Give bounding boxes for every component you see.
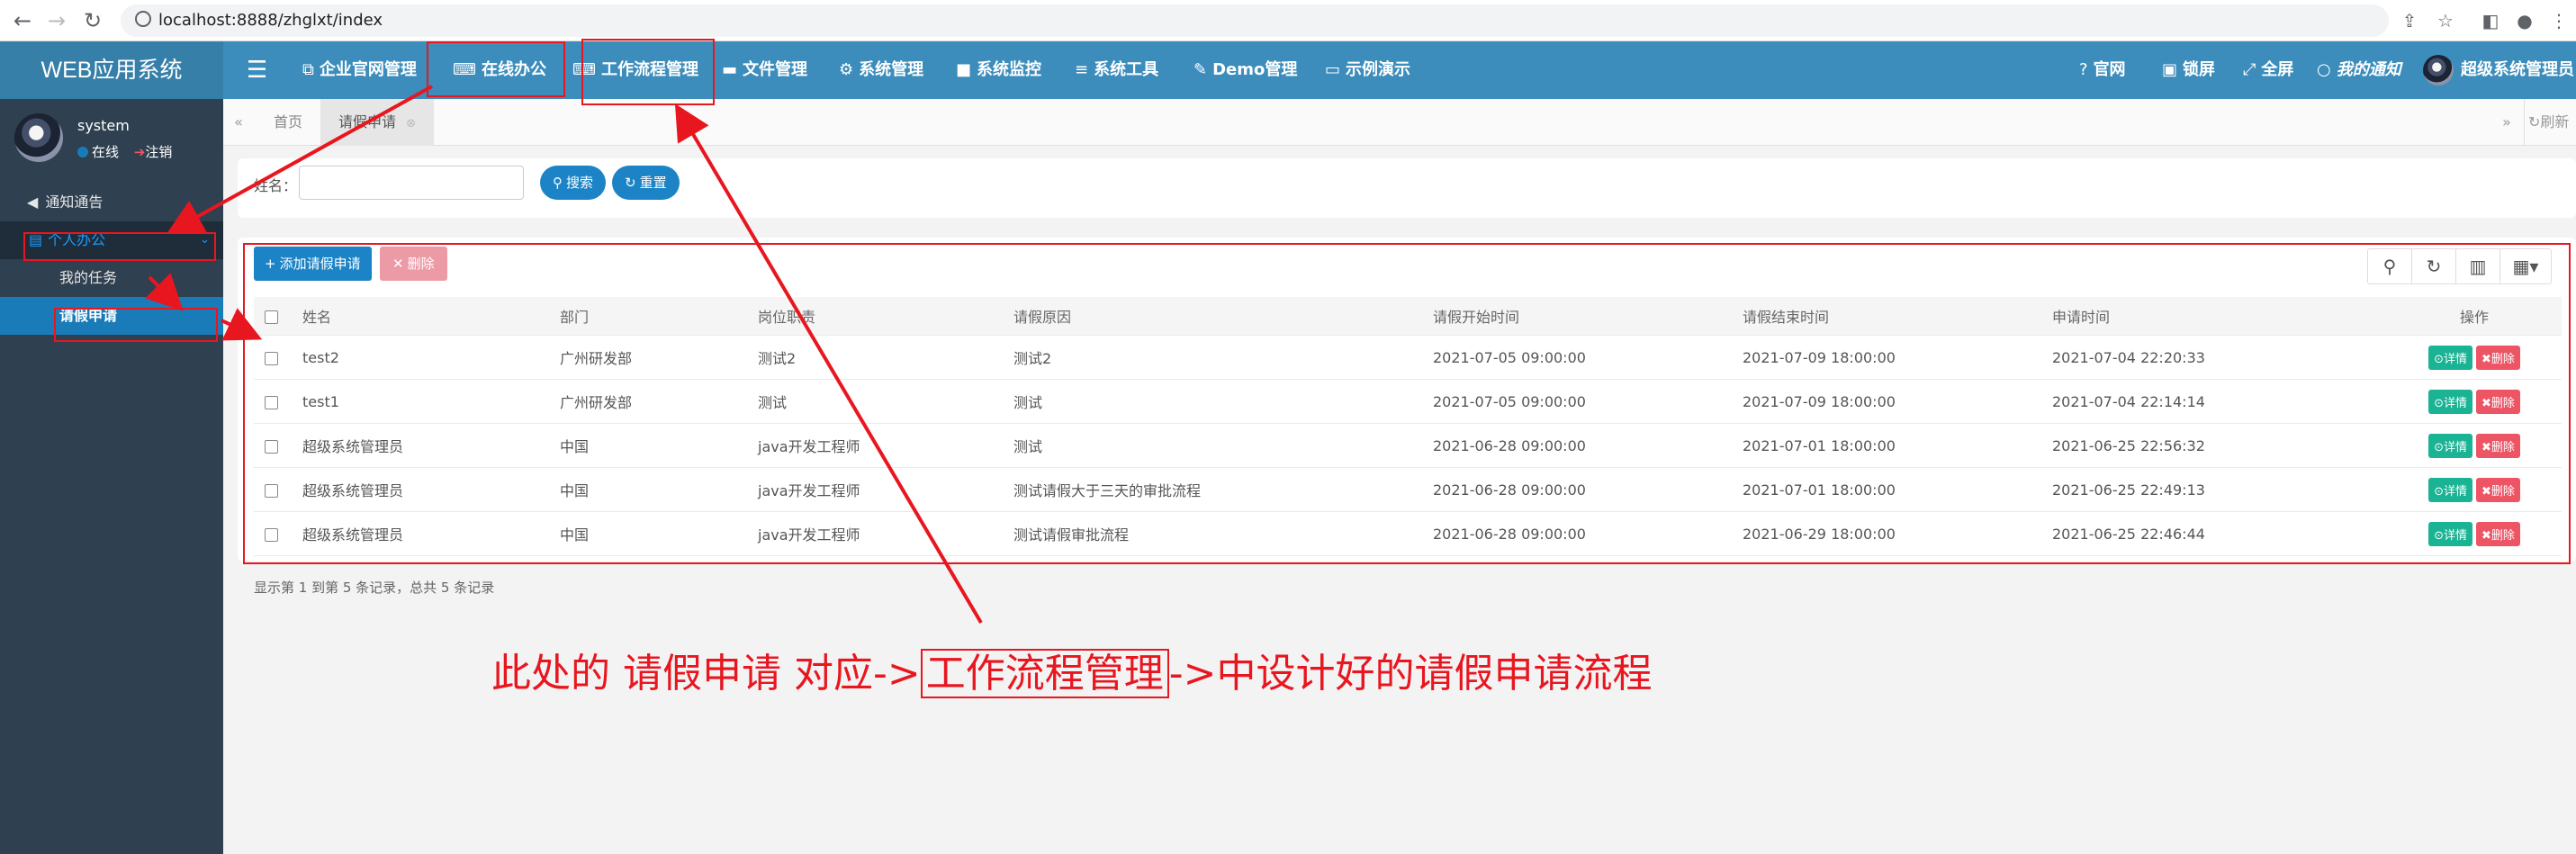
annotation-arrows bbox=[145, 85, 983, 625]
arrow-to-personal-office bbox=[167, 85, 433, 234]
annotation-highlight: 工作流程管理 bbox=[920, 649, 1169, 698]
arrow-to-leave-menu bbox=[145, 273, 184, 311]
annotation-prefix: 此处的 请假申请 对应-> bbox=[491, 651, 921, 697]
annotation-suffix: ->中设计好的请假申请流程 bbox=[1168, 651, 1653, 697]
annotation-note: 此处的 请假申请 对应-> 工作流程管理 ->中设计好的请假申请流程 bbox=[491, 641, 1652, 698]
arrow-to-table bbox=[221, 308, 263, 341]
arrow-to-workflow-menu bbox=[674, 103, 983, 625]
